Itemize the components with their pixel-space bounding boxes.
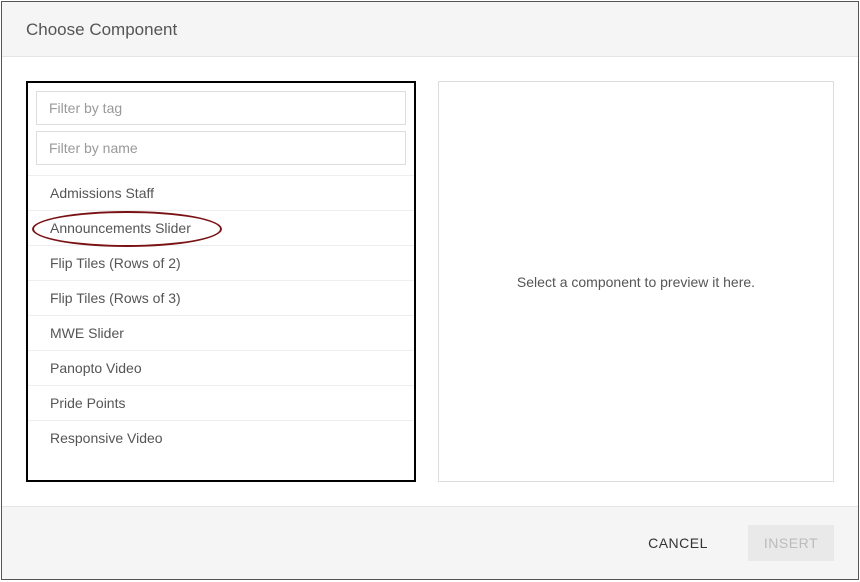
dialog-header: Choose Component bbox=[2, 2, 858, 57]
dialog-title: Choose Component bbox=[26, 20, 834, 40]
choose-component-dialog: Choose Component Admissions Staff Announ… bbox=[1, 1, 859, 580]
list-item[interactable]: Pride Points bbox=[28, 385, 414, 420]
list-item[interactable]: Announcements Slider bbox=[28, 210, 414, 245]
list-item-label: Flip Tiles (Rows of 2) bbox=[50, 255, 181, 271]
component-list-panel: Admissions Staff Announcements Slider Fl… bbox=[26, 81, 416, 482]
list-item-label: Responsive Video bbox=[50, 430, 163, 446]
list-item[interactable]: Flip Tiles (Rows of 3) bbox=[28, 280, 414, 315]
list-item[interactable]: Flip Tiles (Rows of 2) bbox=[28, 245, 414, 280]
filter-by-name-input[interactable] bbox=[36, 131, 406, 165]
list-item[interactable]: Admissions Staff bbox=[28, 175, 414, 210]
list-item-label: Pride Points bbox=[50, 395, 125, 411]
component-list: Admissions Staff Announcements Slider Fl… bbox=[28, 175, 414, 480]
preview-empty-text: Select a component to preview it here. bbox=[517, 274, 755, 290]
list-item-label: Admissions Staff bbox=[50, 185, 154, 201]
list-item[interactable]: Panopto Video bbox=[28, 350, 414, 385]
preview-panel: Select a component to preview it here. bbox=[438, 81, 834, 482]
list-item-label: Announcements Slider bbox=[50, 220, 191, 236]
list-item[interactable]: MWE Slider bbox=[28, 315, 414, 350]
filters bbox=[28, 83, 414, 175]
dialog-footer: CANCEL INSERT bbox=[2, 506, 858, 579]
list-item-label: Panopto Video bbox=[50, 360, 142, 376]
list-item[interactable]: Responsive Video bbox=[28, 420, 414, 455]
list-item-label: Flip Tiles (Rows of 3) bbox=[50, 290, 181, 306]
filter-by-tag-input[interactable] bbox=[36, 91, 406, 125]
list-item-label: MWE Slider bbox=[50, 325, 124, 341]
cancel-button[interactable]: CANCEL bbox=[632, 525, 724, 561]
insert-button[interactable]: INSERT bbox=[748, 525, 834, 561]
dialog-body: Admissions Staff Announcements Slider Fl… bbox=[2, 57, 858, 506]
